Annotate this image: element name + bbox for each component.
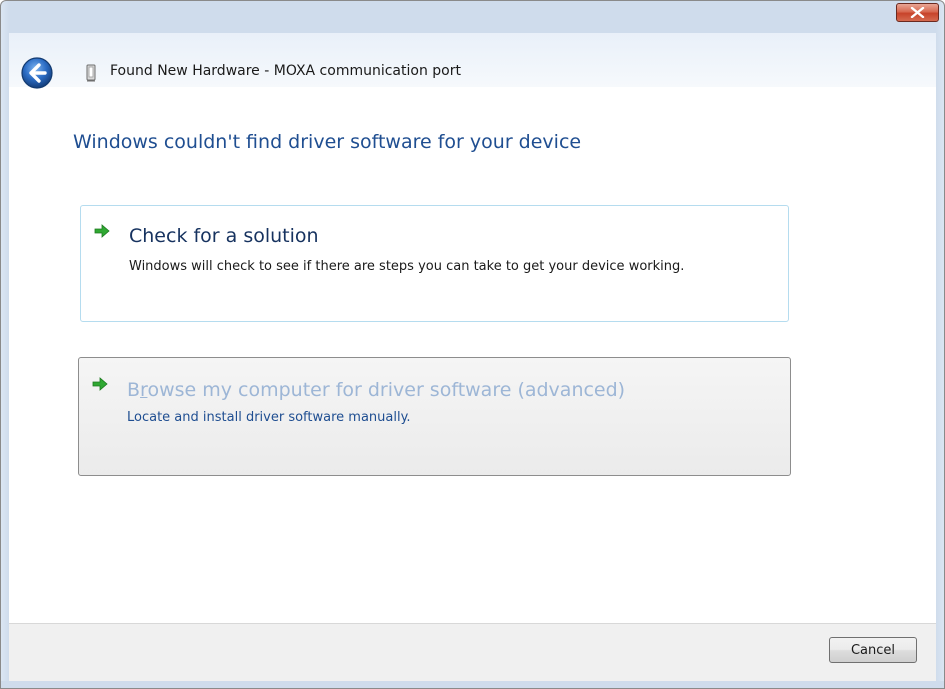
close-icon [910,7,925,18]
content-area [9,87,936,623]
wizard-window [0,0,945,689]
option-title-start: B [127,379,141,401]
green-arrow-icon [94,224,110,238]
title-bar [1,1,944,33]
option-description: Locate and install driver software manua… [127,410,411,425]
back-button[interactable] [20,56,54,90]
option-description: Windows will check to see if there are s… [129,259,685,274]
option-title-end: owse my computer for driver software (ad… [147,379,626,401]
back-arrow-icon [21,57,53,89]
cancel-button[interactable]: Cancel [829,637,917,663]
footer-bar [9,623,936,682]
check-for-solution-option[interactable]: Check for a solution Windows will check … [80,205,789,322]
close-button[interactable] [896,3,939,22]
window-border [1,681,944,688]
option-title: Browse my computer for driver software (… [127,379,625,401]
green-arrow-icon [92,377,108,391]
option-title: Check for a solution [129,225,319,247]
hardware-device-icon [84,64,98,82]
page-heading: Windows couldn't find driver software fo… [73,131,582,153]
window-title: Found New Hardware - MOXA communication … [110,63,461,79]
browse-computer-option[interactable]: Browse my computer for driver software (… [78,357,791,476]
